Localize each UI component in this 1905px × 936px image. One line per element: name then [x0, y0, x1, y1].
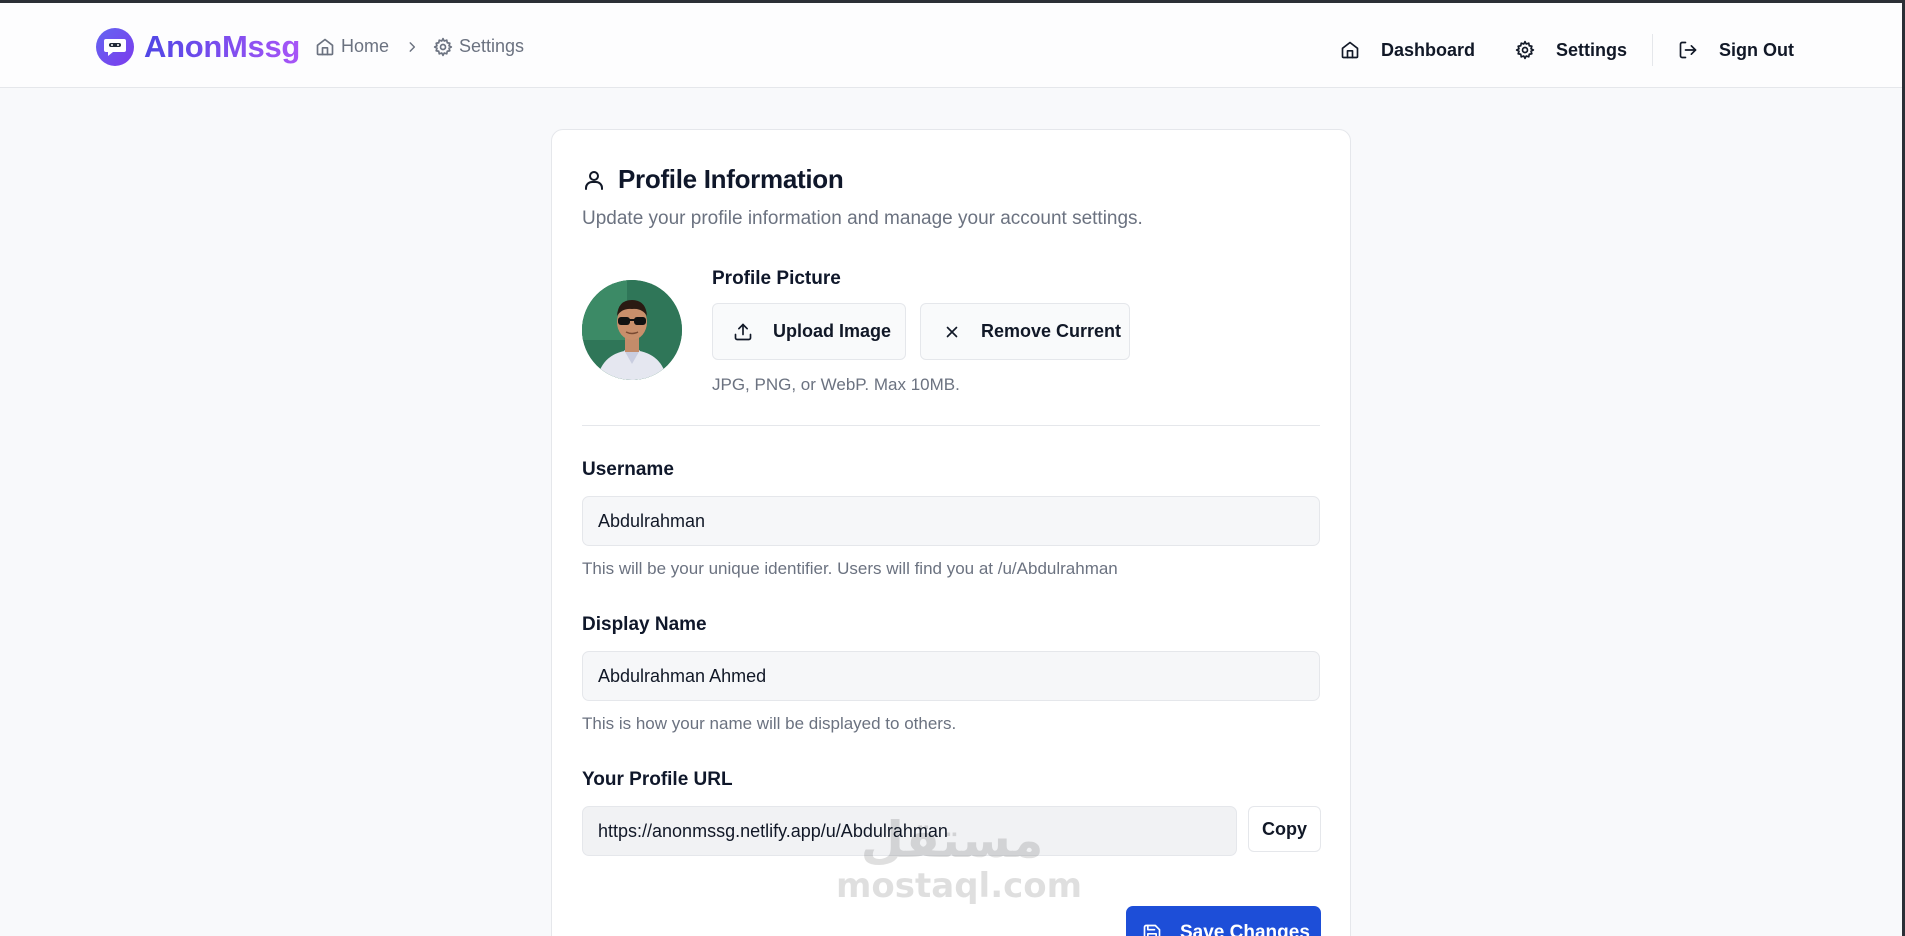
- gear-icon: [1515, 40, 1535, 60]
- close-icon: [946, 326, 958, 337]
- username-label: Username: [582, 459, 674, 480]
- nav-settings[interactable]: Settings: [1515, 40, 1627, 61]
- home-icon: [316, 38, 334, 55]
- breadcrumb-settings[interactable]: Settings: [433, 36, 524, 57]
- save-changes-button[interactable]: Save Changes: [1126, 906, 1321, 936]
- copy-url-button[interactable]: Copy: [1248, 806, 1321, 852]
- nav-settings-label: Settings: [1555, 39, 1627, 60]
- remove-current-button[interactable]: Remove Current: [920, 303, 1130, 360]
- profile-url-label: Your Profile URL: [582, 769, 733, 790]
- save-changes-label: Save Changes: [1180, 922, 1310, 936]
- username-hint: This will be your unique identifier. Use…: [582, 559, 1118, 578]
- display-name-hint: This is how your name will be displayed …: [582, 714, 957, 733]
- main-nav: Dashboard Settings Sign Out: [1340, 34, 1794, 66]
- home-icon: [1341, 41, 1359, 59]
- card-title-text: Profile Information: [618, 164, 844, 194]
- breadcrumb-settings-label: Settings: [459, 36, 525, 56]
- chevron-right-icon: [405, 40, 419, 54]
- upload-icon: [734, 323, 752, 340]
- profile-picture-label: Profile Picture: [712, 268, 841, 289]
- nav-divider: [1652, 34, 1653, 66]
- section-divider: [582, 425, 1320, 426]
- sign-out-icon: [1679, 41, 1697, 59]
- profile-card: Profile Information Update your profile …: [551, 129, 1351, 936]
- nav-dashboard[interactable]: Dashboard: [1340, 40, 1475, 61]
- gear-icon: [433, 37, 453, 56]
- profile-picture-hint: JPG, PNG, or WebP. Max 10MB.: [712, 375, 960, 394]
- remove-current-label: Remove Current: [981, 321, 1122, 341]
- sign-out-label: Sign Out: [1719, 39, 1794, 60]
- card-subtitle: Update your profile information and mana…: [582, 208, 1143, 229]
- username-input[interactable]: [582, 496, 1320, 546]
- save-icon: [1143, 924, 1161, 936]
- avatar: [582, 280, 682, 380]
- app-name: AnonMssg: [144, 29, 301, 64]
- display-name-label: Display Name: [582, 614, 707, 635]
- chat-bubble-logo-icon: [96, 28, 134, 66]
- breadcrumb-home-label: Home: [341, 36, 390, 56]
- nav-dashboard-label: Dashboard: [1380, 39, 1475, 60]
- display-name-input[interactable]: [582, 651, 1320, 701]
- profile-url-input[interactable]: [582, 806, 1237, 856]
- upload-image-button[interactable]: Upload Image: [712, 303, 906, 360]
- breadcrumb-home[interactable]: Home: [315, 36, 389, 57]
- app-logo[interactable]: AnonMssg: [96, 28, 300, 66]
- card-title: Profile Information: [582, 164, 844, 195]
- user-icon: [585, 170, 603, 190]
- breadcrumb: Home Settings: [315, 36, 524, 57]
- top-navbar: AnonMssg Home Settings Dashboard Setting…: [0, 3, 1902, 88]
- sign-out-button[interactable]: Sign Out: [1678, 40, 1794, 61]
- upload-image-label: Upload Image: [773, 321, 892, 341]
